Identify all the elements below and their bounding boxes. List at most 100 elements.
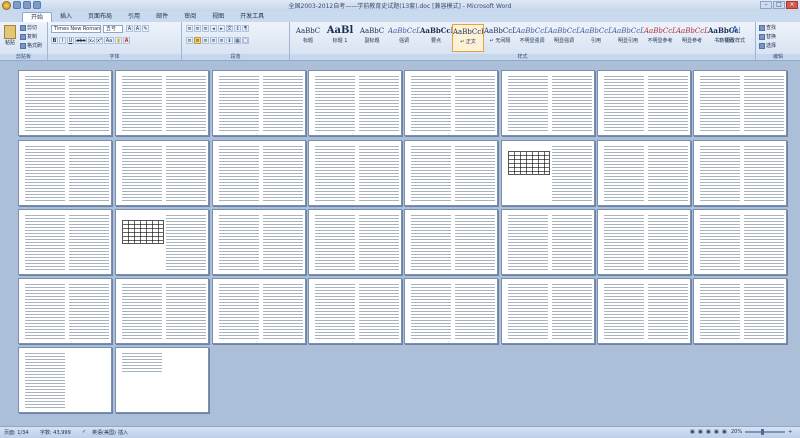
document-page[interactable] (18, 347, 112, 413)
tab-view[interactable]: 视图 (204, 12, 232, 22)
align-center-icon[interactable]: ≡ (194, 37, 201, 44)
style-item-subtle-emphasis[interactable]: AaBbCcD 不明显强调 (516, 24, 548, 52)
insert-mode-indicator[interactable]: 插入 (118, 429, 128, 436)
style-item-normal[interactable]: AaBbCcDc ↵ 正文 (452, 24, 484, 52)
highlight-icon[interactable]: ▮ (115, 37, 122, 44)
strikethrough-button[interactable]: abe (75, 37, 87, 44)
document-page[interactable] (404, 140, 498, 206)
document-page[interactable] (115, 140, 209, 206)
borders-icon[interactable]: □ (242, 37, 249, 44)
style-item-heading1[interactable]: AaBl 标题 1 (324, 24, 356, 52)
justify-icon[interactable]: ≡ (210, 37, 217, 44)
document-page[interactable] (404, 70, 498, 136)
tab-insert[interactable]: 插入 (52, 12, 80, 22)
document-page[interactable] (308, 278, 402, 344)
italic-button[interactable]: I (59, 37, 66, 44)
document-page[interactable] (693, 140, 787, 206)
grow-font-button[interactable]: A (126, 25, 133, 32)
sort-icon[interactable]: ↕ (234, 25, 241, 32)
document-page[interactable] (404, 209, 498, 275)
document-page[interactable] (597, 209, 691, 275)
document-page[interactable] (115, 70, 209, 136)
underline-button[interactable]: U (67, 37, 74, 44)
style-item-strong[interactable]: AaBbCcD 要点 (420, 24, 452, 52)
document-page[interactable] (212, 70, 306, 136)
align-right-icon[interactable]: ≡ (202, 37, 209, 44)
document-page[interactable] (115, 209, 209, 275)
document-page[interactable] (18, 140, 112, 206)
superscript-button[interactable]: x² (96, 37, 103, 44)
document-page[interactable] (308, 209, 402, 275)
view-full-screen-icon[interactable]: ▣ (698, 429, 703, 435)
style-item-emphasis[interactable]: AaBbCcD 强调 (388, 24, 420, 52)
tab-developer[interactable]: 开发工具 (232, 12, 272, 22)
shrink-font-button[interactable]: A (134, 25, 141, 32)
document-page[interactable] (18, 209, 112, 275)
cut-button[interactable]: 剪切 (20, 24, 37, 31)
document-page[interactable] (597, 278, 691, 344)
minimize-button[interactable]: – (760, 1, 772, 9)
change-case-button[interactable]: Aa (104, 37, 114, 44)
font-size-select[interactable]: 五号 (103, 25, 123, 33)
close-button[interactable]: × (786, 1, 798, 9)
document-page[interactable] (501, 140, 595, 206)
document-page[interactable] (115, 278, 209, 344)
document-page[interactable] (501, 209, 595, 275)
decrease-indent-icon[interactable]: ◂ (210, 25, 217, 32)
view-print-layout-icon[interactable]: ▣ (690, 429, 695, 435)
document-page[interactable] (693, 70, 787, 136)
style-item-intense-quote[interactable]: AaBbCcD 明显引用 (612, 24, 644, 52)
style-item-intense-reference[interactable]: AaBbCcD 明显参考 (676, 24, 708, 52)
copy-button[interactable]: 复制 (20, 33, 37, 40)
view-web-layout-icon[interactable]: ▣ (706, 429, 711, 435)
replace-button[interactable]: 替换 (759, 33, 776, 40)
distributed-icon[interactable]: ≡ (218, 37, 225, 44)
zoom-level[interactable]: 20% (731, 429, 742, 435)
numbering-icon[interactable]: ≡ (194, 25, 201, 32)
find-button[interactable]: 查找 (759, 24, 776, 31)
document-page[interactable] (597, 70, 691, 136)
document-page[interactable] (404, 278, 498, 344)
document-page[interactable] (501, 70, 595, 136)
document-page[interactable] (693, 209, 787, 275)
font-color-button[interactable]: A (123, 37, 130, 44)
page-count[interactable]: 页面: 1/34 (4, 429, 29, 436)
format-painter-button[interactable]: 格式刷 (20, 42, 42, 49)
view-draft-icon[interactable]: ▣ (722, 429, 727, 435)
clear-format-icon[interactable]: ✎ (142, 25, 149, 32)
style-item-subtle-reference[interactable]: AaBbCcD 不明显参考 (644, 24, 676, 52)
tab-references[interactable]: 引用 (120, 12, 148, 22)
zoom-slider-thumb[interactable] (761, 429, 764, 435)
align-left-icon[interactable]: ≡ (186, 37, 193, 44)
document-page[interactable] (308, 70, 402, 136)
line-spacing-icon[interactable]: ↨ (226, 37, 233, 44)
document-page[interactable] (597, 140, 691, 206)
document-page[interactable] (212, 278, 306, 344)
document-page[interactable] (18, 70, 112, 136)
word-count[interactable]: 字数: 43,999 (40, 429, 71, 436)
bold-button[interactable]: B (51, 37, 58, 44)
subscript-button[interactable]: x₂ (88, 37, 95, 44)
font-name-select[interactable]: Times New Roman (51, 25, 101, 33)
style-item-quote[interactable]: AaBbCcD 引用 (580, 24, 612, 52)
bullets-icon[interactable]: ≡ (186, 25, 193, 32)
select-button[interactable]: 选择 (759, 42, 776, 49)
zoom-slider[interactable] (745, 431, 785, 433)
increase-indent-icon[interactable]: ▸ (218, 25, 225, 32)
style-item-subtitle[interactable]: AaBbC 副标题 (356, 24, 388, 52)
document-page[interactable] (693, 278, 787, 344)
multilevel-list-icon[interactable]: ≡ (202, 25, 209, 32)
view-outline-icon[interactable]: ▣ (714, 429, 719, 435)
document-page[interactable] (212, 209, 306, 275)
language-indicator[interactable]: 英语(美国) (92, 429, 116, 436)
document-page[interactable] (115, 347, 209, 413)
show-marks-icon[interactable]: ¶ (242, 25, 249, 32)
maximize-button[interactable]: □ (773, 1, 785, 9)
document-page[interactable] (18, 278, 112, 344)
document-page[interactable] (308, 140, 402, 206)
change-styles-button[interactable]: A 更改样式 (722, 25, 748, 44)
style-item-title[interactable]: AaBbC 标题 (292, 24, 324, 52)
tab-mailings[interactable]: 邮件 (148, 12, 176, 22)
style-item-no-spacing[interactable]: AaBbCcDc ↵ 无间隔 (484, 24, 516, 52)
chinese-layout-icon[interactable]: 文 (226, 25, 233, 32)
